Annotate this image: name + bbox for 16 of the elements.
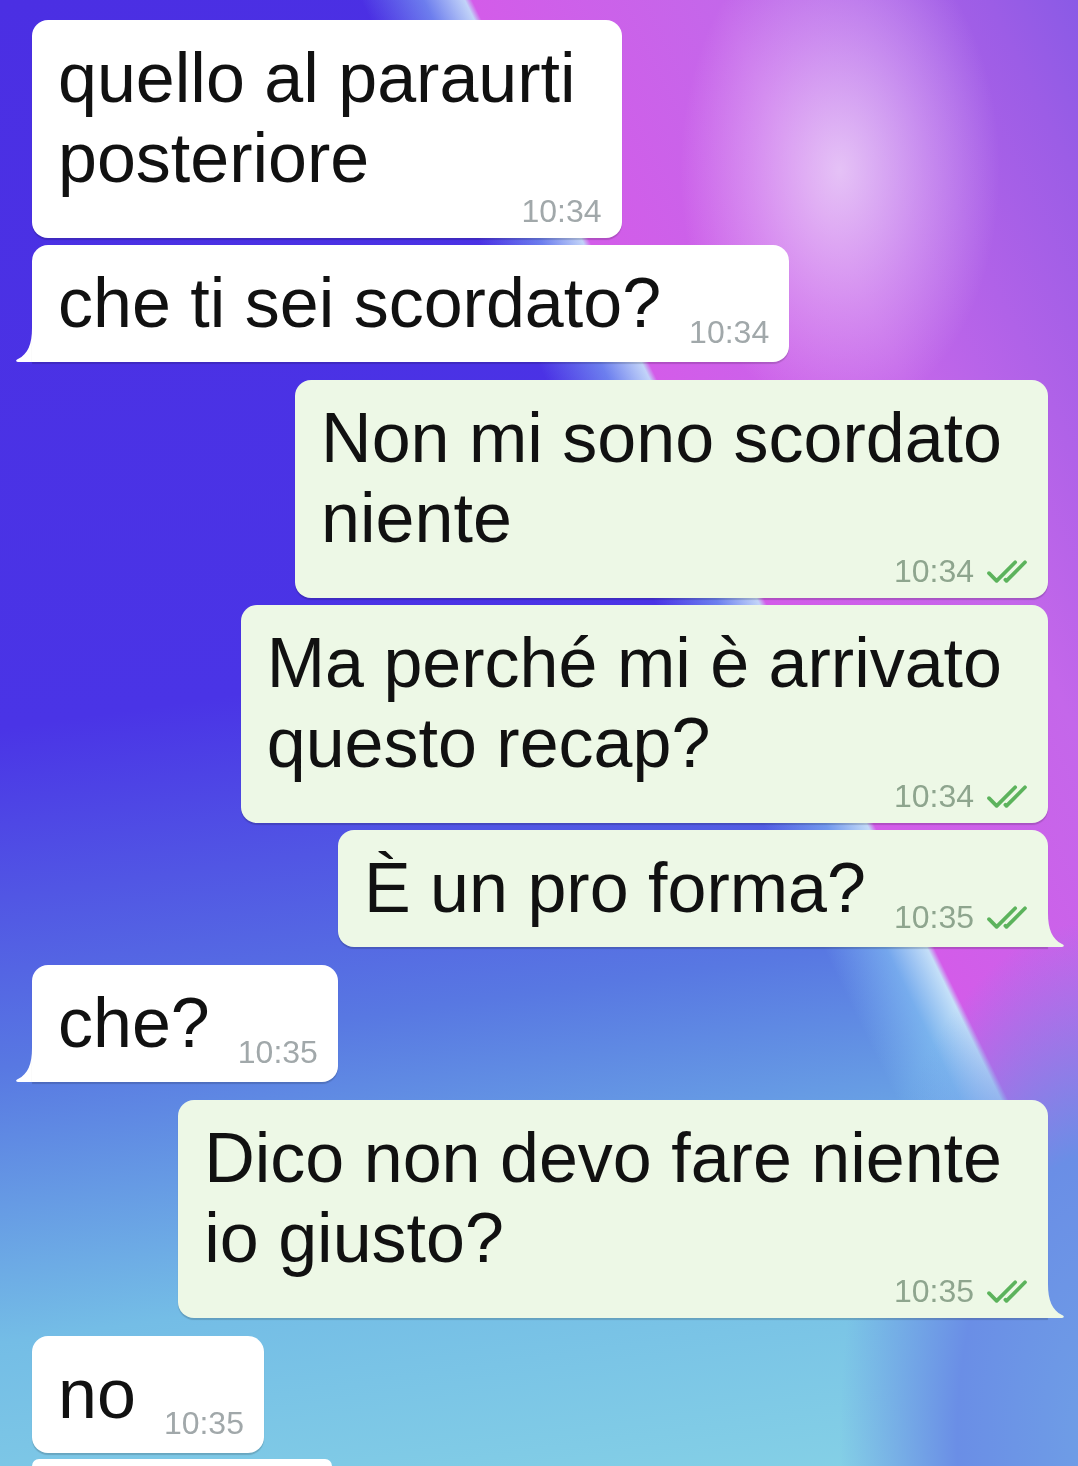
- message-text: che ti sei scordato?: [58, 263, 662, 343]
- message-text: che?: [58, 983, 210, 1063]
- message-text: Dico non devo fare niente io giusto?: [204, 1118, 1002, 1278]
- message-time: 10:34: [893, 783, 974, 809]
- message-time: 10:35: [893, 904, 974, 930]
- message-text: È un pro forma?: [364, 848, 866, 928]
- message-text: quello al paraurti posteriore: [58, 38, 576, 198]
- message-text: no: [58, 1354, 136, 1434]
- message-time: 10:35: [163, 1410, 244, 1436]
- message-text: Ma perché mi è arrivato questo recap?: [266, 623, 1002, 783]
- message-time: 10:35: [237, 1039, 318, 1065]
- message-text: Non mi sono scordato niente: [321, 398, 1002, 558]
- message-time: 10:35: [893, 1278, 974, 1304]
- message-time: 10:34: [893, 558, 974, 584]
- message-time: 10:34: [689, 319, 770, 345]
- message-time: 10:34: [521, 198, 602, 224]
